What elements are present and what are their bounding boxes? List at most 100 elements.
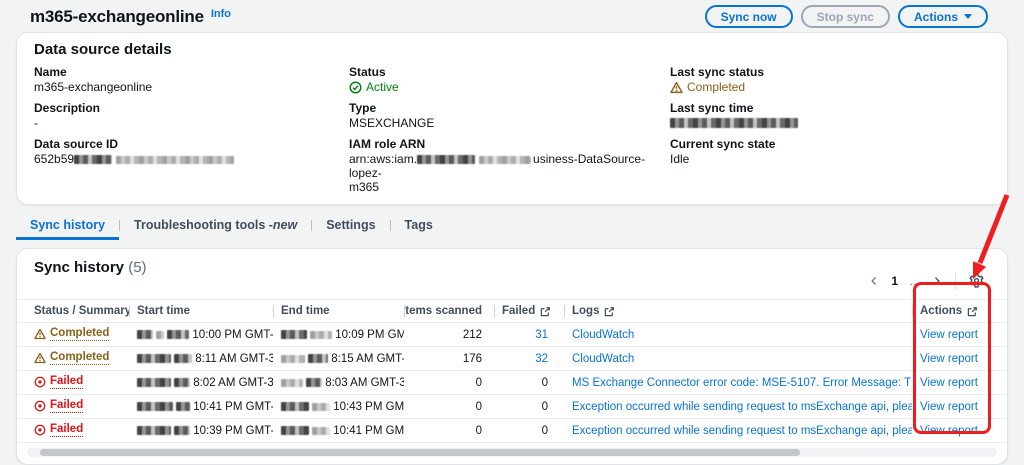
logs-link[interactable]: CloudWatch xyxy=(572,329,634,341)
redacted-text xyxy=(176,401,191,411)
previous-page-button[interactable] xyxy=(863,274,885,288)
status-value: Active xyxy=(349,80,670,94)
iam-role-arn-label: IAM role ARN xyxy=(349,137,426,151)
column-header-actions: Actions xyxy=(912,300,990,322)
description-value: - xyxy=(34,116,38,130)
logs-link[interactable]: MS Exchange Connector error code: MSE-51… xyxy=(572,377,912,389)
caret-down-icon xyxy=(964,14,972,19)
end-time-cell: 10:43 PM GMT-3 xyxy=(273,401,404,413)
last-sync-status-label: Last sync status xyxy=(670,65,765,79)
redacted-text xyxy=(156,330,165,339)
redacted-text xyxy=(137,401,173,411)
name-value: m365-exchangeonline xyxy=(34,80,153,94)
sync-history-card: Sync history (5) 1 … Status / Summary St… xyxy=(16,248,1008,465)
view-report-link[interactable]: View report xyxy=(920,401,978,413)
error-icon xyxy=(34,400,46,411)
view-report-link[interactable]: View report xyxy=(920,353,978,365)
field-name: Name m365-exchangeonline xyxy=(34,65,349,94)
failed-count-link[interactable]: 32 xyxy=(535,353,548,365)
tab-troubleshooting-tools[interactable]: Troubleshooting tools - new xyxy=(120,214,311,240)
error-icon xyxy=(34,376,46,387)
redacted-text xyxy=(174,377,191,387)
external-link-icon xyxy=(967,306,978,316)
scrollbar-thumb[interactable] xyxy=(40,449,800,456)
data-source-details-card: Data source details Name m365-exchangeon… xyxy=(16,32,1008,205)
status-badge[interactable]: Failed xyxy=(34,423,84,437)
table-row: Failed 10:41 PM GMT-3 10:43 PM GMT-3 0 0… xyxy=(17,395,1007,419)
redacted-text xyxy=(281,425,309,435)
page-header: m365-exchangeonline Info Sync now Stop s… xyxy=(0,0,1024,28)
field-status: Status Active xyxy=(349,65,670,94)
failed-count-link[interactable]: 31 xyxy=(535,329,548,341)
redacted-text xyxy=(167,329,190,339)
redacted-text xyxy=(74,155,113,164)
iam-role-arn-value-line2: m365 xyxy=(349,180,380,194)
external-link-icon xyxy=(540,306,551,316)
stop-sync-button[interactable]: Stop sync xyxy=(800,5,890,28)
last-sync-time-label: Last sync time xyxy=(670,101,754,115)
table-row: Completed 8:11 AM GMT-3 8:15 AM GMT-3 17… xyxy=(17,347,1007,371)
table-header-row: Status / Summary Start time End time Tot… xyxy=(17,299,1007,323)
tab-settings[interactable]: Settings xyxy=(312,214,389,240)
view-report-link[interactable]: View report xyxy=(920,425,978,437)
view-report-link[interactable]: View report xyxy=(920,377,978,389)
header-actions: Sync now Stop sync Actions xyxy=(704,5,988,28)
actions-button[interactable]: Actions xyxy=(897,5,988,28)
redacted-text xyxy=(312,402,331,411)
iam-role-arn-value: arn:aws:iam. usiness-DataSource-lopez- xyxy=(349,152,646,180)
details-card-title: Data source details xyxy=(34,41,172,58)
logs-link[interactable]: Exception occurred while sending request… xyxy=(572,425,912,437)
next-page-button[interactable] xyxy=(926,274,948,288)
redacted-text xyxy=(116,156,235,164)
redacted-text xyxy=(137,425,171,435)
total-items-scanned-cell: 0 xyxy=(475,424,482,437)
total-items-scanned-cell: 212 xyxy=(462,328,482,341)
info-link[interactable]: Info xyxy=(211,8,231,20)
sync-now-button[interactable]: Sync now xyxy=(704,5,793,28)
field-type: Type MSEXCHANGE xyxy=(349,101,670,130)
redacted-text xyxy=(479,156,532,164)
success-icon xyxy=(349,80,362,94)
start-time-cell: 10:41 PM GMT-3 xyxy=(129,401,273,413)
pagination-ellipsis: … xyxy=(909,273,921,288)
logs-link[interactable]: CloudWatch xyxy=(572,353,634,365)
end-time-cell: 8:03 AM GMT-3 xyxy=(273,377,404,389)
status-badge[interactable]: Completed xyxy=(34,327,110,341)
tab-tags[interactable]: Tags xyxy=(391,214,447,240)
error-icon xyxy=(34,424,46,435)
redacted-text xyxy=(417,155,476,164)
sync-history-title: Sync history (5) xyxy=(34,259,147,276)
logs-link[interactable]: Exception occurred while sending request… xyxy=(572,401,912,413)
sync-history-table: Status / Summary Start time End time Tot… xyxy=(17,299,1007,443)
end-time-cell: 10:09 PM GMT-3 xyxy=(273,329,404,341)
column-header-total-items-scanned: Total items scanned xyxy=(404,300,494,322)
table-preferences-button[interactable] xyxy=(963,271,990,290)
status-badge[interactable]: Completed xyxy=(34,351,110,365)
status-label: Status xyxy=(349,65,386,79)
page-title: m365-exchangeonline xyxy=(30,6,204,26)
last-sync-status-value: Completed xyxy=(670,80,990,94)
last-sync-time-value xyxy=(670,116,990,130)
field-last-sync-status: Last sync status Completed xyxy=(670,65,990,94)
horizontal-scrollbar xyxy=(27,448,997,457)
table-row: Failed 10:39 PM GMT-3 10:41 PM GMT-3 0 0… xyxy=(17,419,1007,443)
view-report-link[interactable]: View report xyxy=(920,329,978,341)
page-number-button[interactable]: 1 xyxy=(885,272,904,290)
total-items-scanned-cell: 0 xyxy=(475,376,482,389)
redacted-text xyxy=(281,401,309,411)
field-description: Description - xyxy=(34,101,349,130)
warning-icon xyxy=(34,328,46,339)
redacted-text xyxy=(174,353,193,363)
pagination-divider xyxy=(955,271,956,290)
redacted-text xyxy=(137,329,153,339)
external-link-icon xyxy=(605,306,615,316)
warning-icon xyxy=(670,81,683,93)
status-badge[interactable]: Failed xyxy=(34,399,84,413)
chevron-left-icon xyxy=(871,276,877,285)
redacted-text xyxy=(306,377,323,387)
chevron-right-icon xyxy=(934,276,940,285)
tab-sync-history[interactable]: Sync history xyxy=(16,214,120,240)
warning-icon xyxy=(34,352,46,363)
status-badge[interactable]: Failed xyxy=(34,375,84,389)
failed-count-cell: 0 xyxy=(541,376,548,389)
